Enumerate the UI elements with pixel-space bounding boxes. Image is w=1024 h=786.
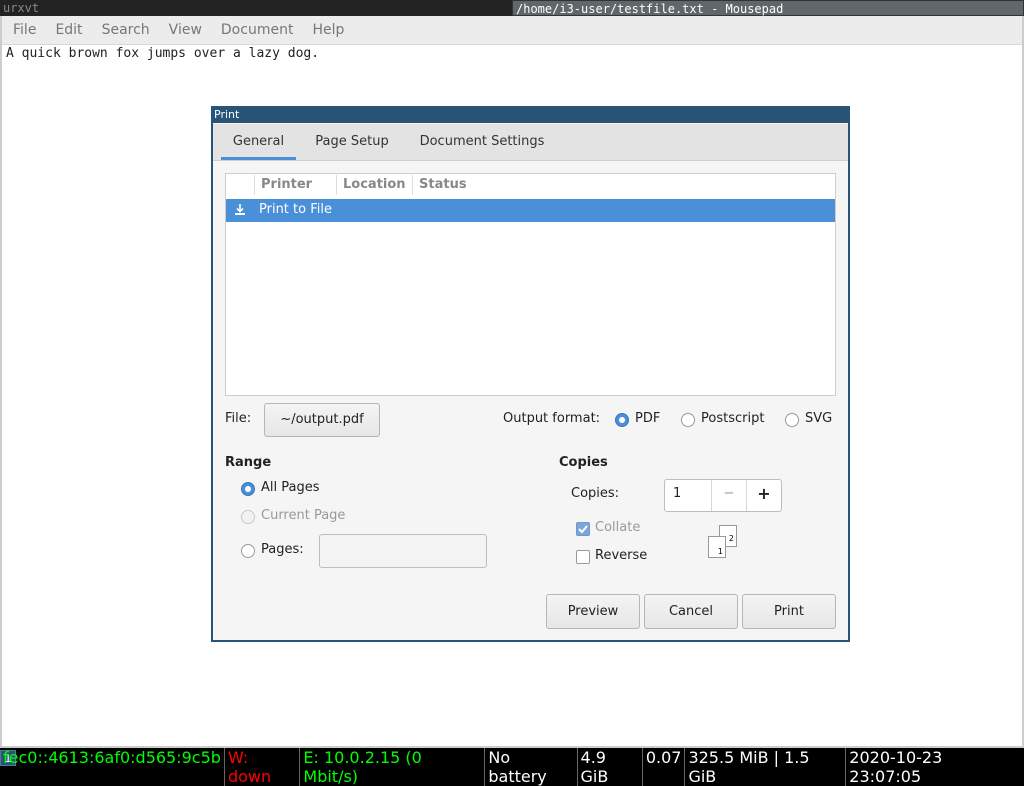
range-pages-radio[interactable] (241, 544, 255, 558)
status-ethernet: E: 10.0.2.15 (0 Mbit/s) (300, 748, 486, 786)
column-separator (254, 175, 255, 195)
format-postscript-label[interactable]: Postscript (701, 411, 764, 426)
column-location[interactable]: Location (343, 177, 406, 192)
menu-help[interactable]: Help (304, 22, 352, 38)
status-disk: 4.9 GiB (578, 748, 643, 786)
output-format-label: Output format: (503, 411, 601, 426)
range-current-page-radio (241, 510, 255, 524)
menu-edit[interactable]: Edit (47, 22, 90, 38)
tab-document-settings[interactable]: Document Settings (410, 124, 554, 160)
status-battery: No battery (485, 748, 578, 786)
menubar: File Edit Search View Document Help (2, 16, 1022, 45)
range-pages-label[interactable]: Pages: (261, 542, 304, 557)
status-memory: 325.5 MiB | 1.5 GiB (685, 748, 847, 786)
copies-decrement-button[interactable]: − (712, 486, 746, 501)
file-chooser-button[interactable]: ~/output.pdf (264, 403, 380, 437)
window-title-urxvt[interactable]: urxvt (0, 0, 512, 16)
format-pdf-label[interactable]: PDF (635, 411, 660, 426)
range-all-pages-label[interactable]: All Pages (261, 480, 320, 495)
reverse-checkbox[interactable] (576, 550, 590, 564)
menu-search[interactable]: Search (94, 22, 158, 38)
collate-preview-page-1: 1 (708, 536, 726, 558)
status-ipv6: fec0::4613:6af0:d565:9c5b (0, 748, 225, 786)
range-current-page-label: Current Page (261, 508, 346, 523)
format-svg-radio[interactable] (785, 413, 799, 427)
range-all-pages-radio[interactable] (241, 482, 255, 496)
checkmark-icon (578, 525, 588, 534)
preview-button[interactable]: Preview (546, 594, 640, 629)
status-load: 0.07 (643, 748, 686, 786)
format-pdf-radio[interactable] (615, 413, 629, 427)
menu-view[interactable]: View (161, 22, 210, 38)
menu-document[interactable]: Document (213, 22, 302, 38)
tab-page-setup[interactable]: Page Setup (305, 124, 399, 160)
collate-checkbox[interactable] (576, 522, 590, 536)
printer-name: Print to File (259, 202, 332, 217)
status-items: fec0::4613:6af0:d565:9c5b W: down E: 10.… (0, 748, 1022, 786)
window-title-mousepad[interactable]: /home/i3-user/testfile.txt - Mousepad (512, 0, 1024, 16)
column-separator (336, 175, 337, 195)
status-datetime: 2020-10-23 23:07:05 (849, 748, 943, 786)
copies-label: Copies: (571, 486, 620, 501)
copies-input[interactable]: 1 (673, 486, 681, 501)
collate-label[interactable]: Collate (595, 520, 640, 535)
column-separator (412, 175, 413, 195)
tab-general[interactable]: General (221, 124, 296, 160)
dialog-title: Print (211, 106, 850, 123)
column-printer[interactable]: Printer (261, 177, 312, 192)
status-wifi: W: down (225, 748, 301, 786)
file-label: File: (225, 411, 252, 426)
format-svg-label[interactable]: SVG (805, 411, 832, 426)
editor-content[interactable]: A quick brown fox jumps over a lazy dog. (6, 46, 319, 61)
column-status[interactable]: Status (419, 177, 467, 192)
range-heading: Range (225, 455, 272, 470)
pages-input[interactable] (319, 534, 487, 568)
print-button[interactable]: Print (742, 594, 836, 629)
format-postscript-radio[interactable] (681, 413, 695, 427)
reverse-label[interactable]: Reverse (595, 548, 647, 563)
menu-file[interactable]: File (5, 22, 44, 38)
cancel-button[interactable]: Cancel (644, 594, 738, 629)
copies-increment-button[interactable]: + (747, 484, 781, 503)
copies-heading: Copies (559, 455, 608, 470)
download-icon (232, 202, 248, 218)
